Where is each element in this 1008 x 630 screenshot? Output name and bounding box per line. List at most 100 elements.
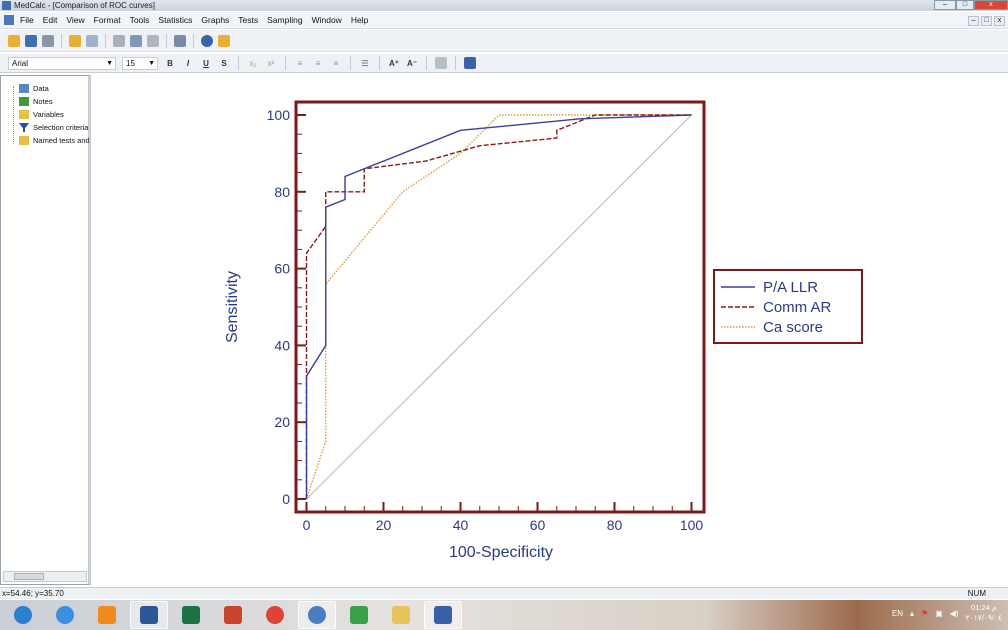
minimize-button[interactable]: – [934,0,956,10]
action-center-icon[interactable]: ⚑ [921,609,928,618]
open-icon[interactable] [8,34,20,47]
data-sheet-icon [19,84,29,93]
subscript-button[interactable]: x₂ [247,59,259,68]
legend-label: Ca score [763,319,823,336]
refresh-icon[interactable] [201,34,213,47]
taskbar-app-media-player[interactable] [88,601,126,629]
taskbar-app-medcalc[interactable] [424,601,462,629]
mdi-restore-button[interactable]: □ [981,16,992,26]
taskbar-app-app[interactable] [298,601,336,629]
status-bar: x=54.46; y=35.70 NUM [0,587,1008,599]
standard-toolbar [0,30,1008,52]
notes-toolbar-icon[interactable] [86,34,98,47]
tree-item-variables[interactable]: Variables [19,110,89,119]
comment-icon[interactable] [435,57,447,69]
y-tick-label: 20 [274,414,290,430]
maximize-button[interactable]: □ [956,0,974,10]
tree-item-notes[interactable]: Notes [19,97,89,106]
separator [350,56,351,70]
clock-time: 01:24 م [971,603,997,612]
shrink-font-button[interactable]: A⁻ [406,59,418,68]
grow-font-button[interactable]: A⁺ [388,59,400,68]
align-left-icon[interactable]: ≡ [294,59,306,68]
mdi-close-button[interactable]: x [994,16,1005,26]
bullet-list-icon[interactable]: ☰ [359,59,371,68]
font-size-select[interactable]: 15 ▼ [122,56,158,70]
graph-window: 0 20 40 60 80 100 0 20 40 60 80 100 Sensitivity 100… [91,75,1008,585]
menu-tools[interactable]: Tools [130,15,150,25]
spreadsheet-icon[interactable] [69,34,81,47]
font-size-value: 15 [126,58,135,68]
menu-view[interactable]: View [66,15,84,25]
separator [379,56,380,70]
strikethrough-button[interactable]: S [218,59,230,68]
menu-statistics[interactable]: Statistics [158,15,192,25]
close-button[interactable]: x [974,0,1008,10]
paste-icon[interactable] [147,34,159,47]
menu-file[interactable]: File [20,15,34,25]
menu-window[interactable]: Window [312,15,342,25]
menu-help[interactable]: Help [351,15,368,25]
menu-sampling[interactable]: Sampling [267,15,302,25]
separator [193,33,194,48]
clock[interactable]: 01:24 م ٢٠١٧/٠٩/٠٤ [966,603,1002,623]
chrome-icon [266,606,284,624]
taskbar-app-excel[interactable] [172,601,210,629]
separator [426,56,427,70]
taskbar-app-explorer[interactable] [382,601,420,629]
print-icon[interactable] [42,34,54,47]
menu-edit[interactable]: Edit [43,15,58,25]
mdi-minimize-button[interactable]: – [968,16,979,26]
scrollbar-thumb[interactable] [14,573,44,580]
network-icon[interactable]: ▣ [935,609,943,618]
cursor-coordinates: x=54.46; y=35.70 [2,589,64,598]
excel-icon [350,606,368,624]
align-right-icon[interactable]: ≡ [330,59,342,68]
show-hidden-icons[interactable]: ▴ [910,609,914,618]
undo-icon[interactable] [174,34,186,47]
menu-tests[interactable]: Tests [238,15,258,25]
bold-button[interactable]: B [164,59,176,68]
tree-item-selection-criteria[interactable]: Selection criteria [19,123,89,132]
y-axis-label: Sensitivity [224,271,241,343]
taskbar-app-powerpoint[interactable] [214,601,252,629]
ie-icon [56,606,74,624]
graph-format-icon[interactable] [464,57,476,69]
tree-item-label: Variables [33,110,64,119]
taskbar: EN ▴ ⚑ ▣ ◀) 01:24 م ٢٠١٧/٠٩/٠٤ [0,600,1008,630]
x-axis-label: 100-Specificity [449,544,553,561]
copy-icon[interactable] [130,34,142,47]
taskbar-app-excel[interactable] [340,601,378,629]
cut-icon[interactable] [113,34,125,47]
align-center-icon[interactable]: ≡ [312,59,324,68]
italic-button[interactable]: I [182,59,194,68]
y-tick-label: 0 [282,491,290,507]
export-icon[interactable] [218,34,230,47]
legend: P/A LLR Comm AR Ca score [713,269,863,344]
volume-icon[interactable]: ◀) [950,609,959,618]
language-indicator[interactable]: EN [892,609,903,618]
taskbar-app-chrome[interactable] [256,601,294,629]
menu-graphs[interactable]: Graphs [201,15,229,25]
y-tick-label: 100 [267,107,291,123]
folder-icon [19,110,29,119]
font-value: Arial [12,58,29,68]
window-title: MedCalc - [Comparison of ROC curves] [14,1,155,10]
powerpoint-icon [224,606,242,624]
taskbar-app-word[interactable] [130,601,168,629]
taskbar-app-ie[interactable] [46,601,84,629]
clock-date: ٢٠١٧/٠٩/٠٤ [965,613,1002,622]
menu-format[interactable]: Format [94,15,121,25]
x-tick-label: 100 [680,517,704,533]
taskbar-app-start[interactable] [4,601,42,629]
explorer-icon [392,606,410,624]
system-tray: EN ▴ ⚑ ▣ ◀) 01:24 م ٢٠١٧/٠٩/٠٤ [892,603,1002,623]
font-select[interactable]: Arial ▼ [8,56,116,70]
horizontal-scrollbar[interactable] [3,571,87,582]
underline-button[interactable]: U [200,59,212,68]
contents-tree-panel: Data Notes Variables Selection criteria … [0,75,91,585]
superscript-button[interactable]: x² [265,59,277,68]
tree-item-data[interactable]: Data [19,84,89,93]
tree-item-named-tests[interactable]: Named tests and graphs [19,136,89,145]
save-icon[interactable] [25,34,37,47]
